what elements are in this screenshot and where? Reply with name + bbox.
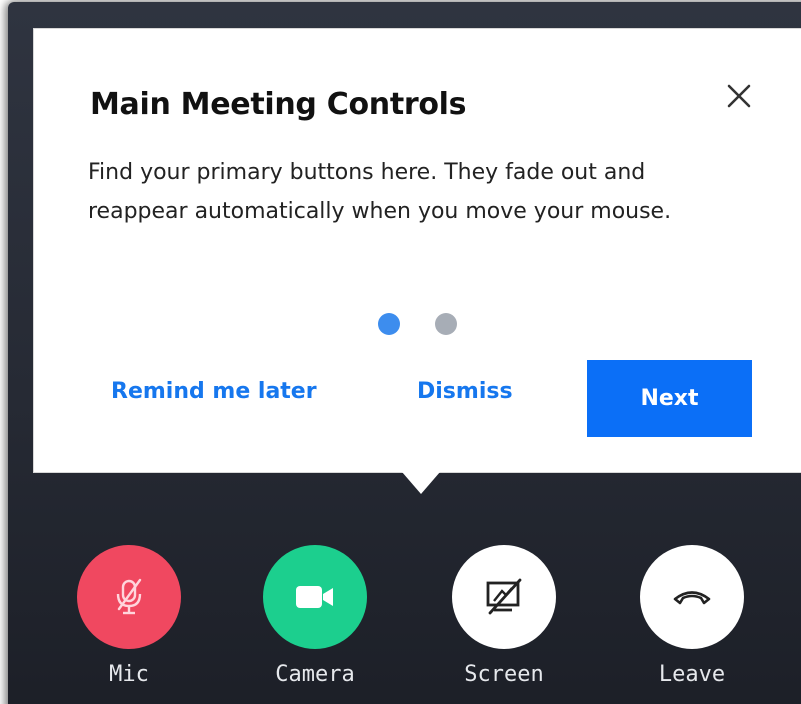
screen-share-off-icon [486, 578, 522, 615]
step-indicator [378, 313, 457, 335]
tooltip-pointer [402, 472, 440, 494]
camera-button[interactable] [263, 545, 367, 649]
close-button[interactable] [722, 79, 756, 113]
app-screen: Main Meeting Controls Find your primary … [0, 0, 801, 704]
leave-control: Leave [640, 545, 744, 687]
mic-button[interactable] [77, 545, 181, 649]
leave-button[interactable] [640, 545, 744, 649]
dismiss-button[interactable]: Dismiss [417, 379, 513, 404]
leave-label: Leave [658, 662, 726, 687]
mic-control: Mic [77, 545, 181, 687]
camera-control: Camera [263, 545, 367, 687]
tooltip-title: Main Meeting Controls [90, 87, 467, 122]
remind-me-later-button[interactable]: Remind me later [111, 379, 317, 404]
screen-share-button[interactable] [452, 545, 556, 649]
step-dot[interactable] [435, 313, 457, 335]
screen-control: Screen [452, 545, 556, 687]
camera-label: Camera [275, 662, 355, 687]
screen-label: Screen [464, 662, 544, 687]
hang-up-icon [673, 591, 711, 605]
tooltip-description: Find your primary buttons here. They fad… [88, 160, 672, 224]
close-icon [727, 84, 751, 108]
step-dot-active[interactable] [378, 313, 400, 335]
mic-muted-icon [116, 578, 142, 615]
next-button[interactable]: Next [587, 360, 752, 437]
video-camera-icon [296, 586, 333, 608]
mic-label: Mic [109, 662, 149, 687]
onboarding-tooltip: Main Meeting Controls Find your primary … [33, 28, 801, 473]
